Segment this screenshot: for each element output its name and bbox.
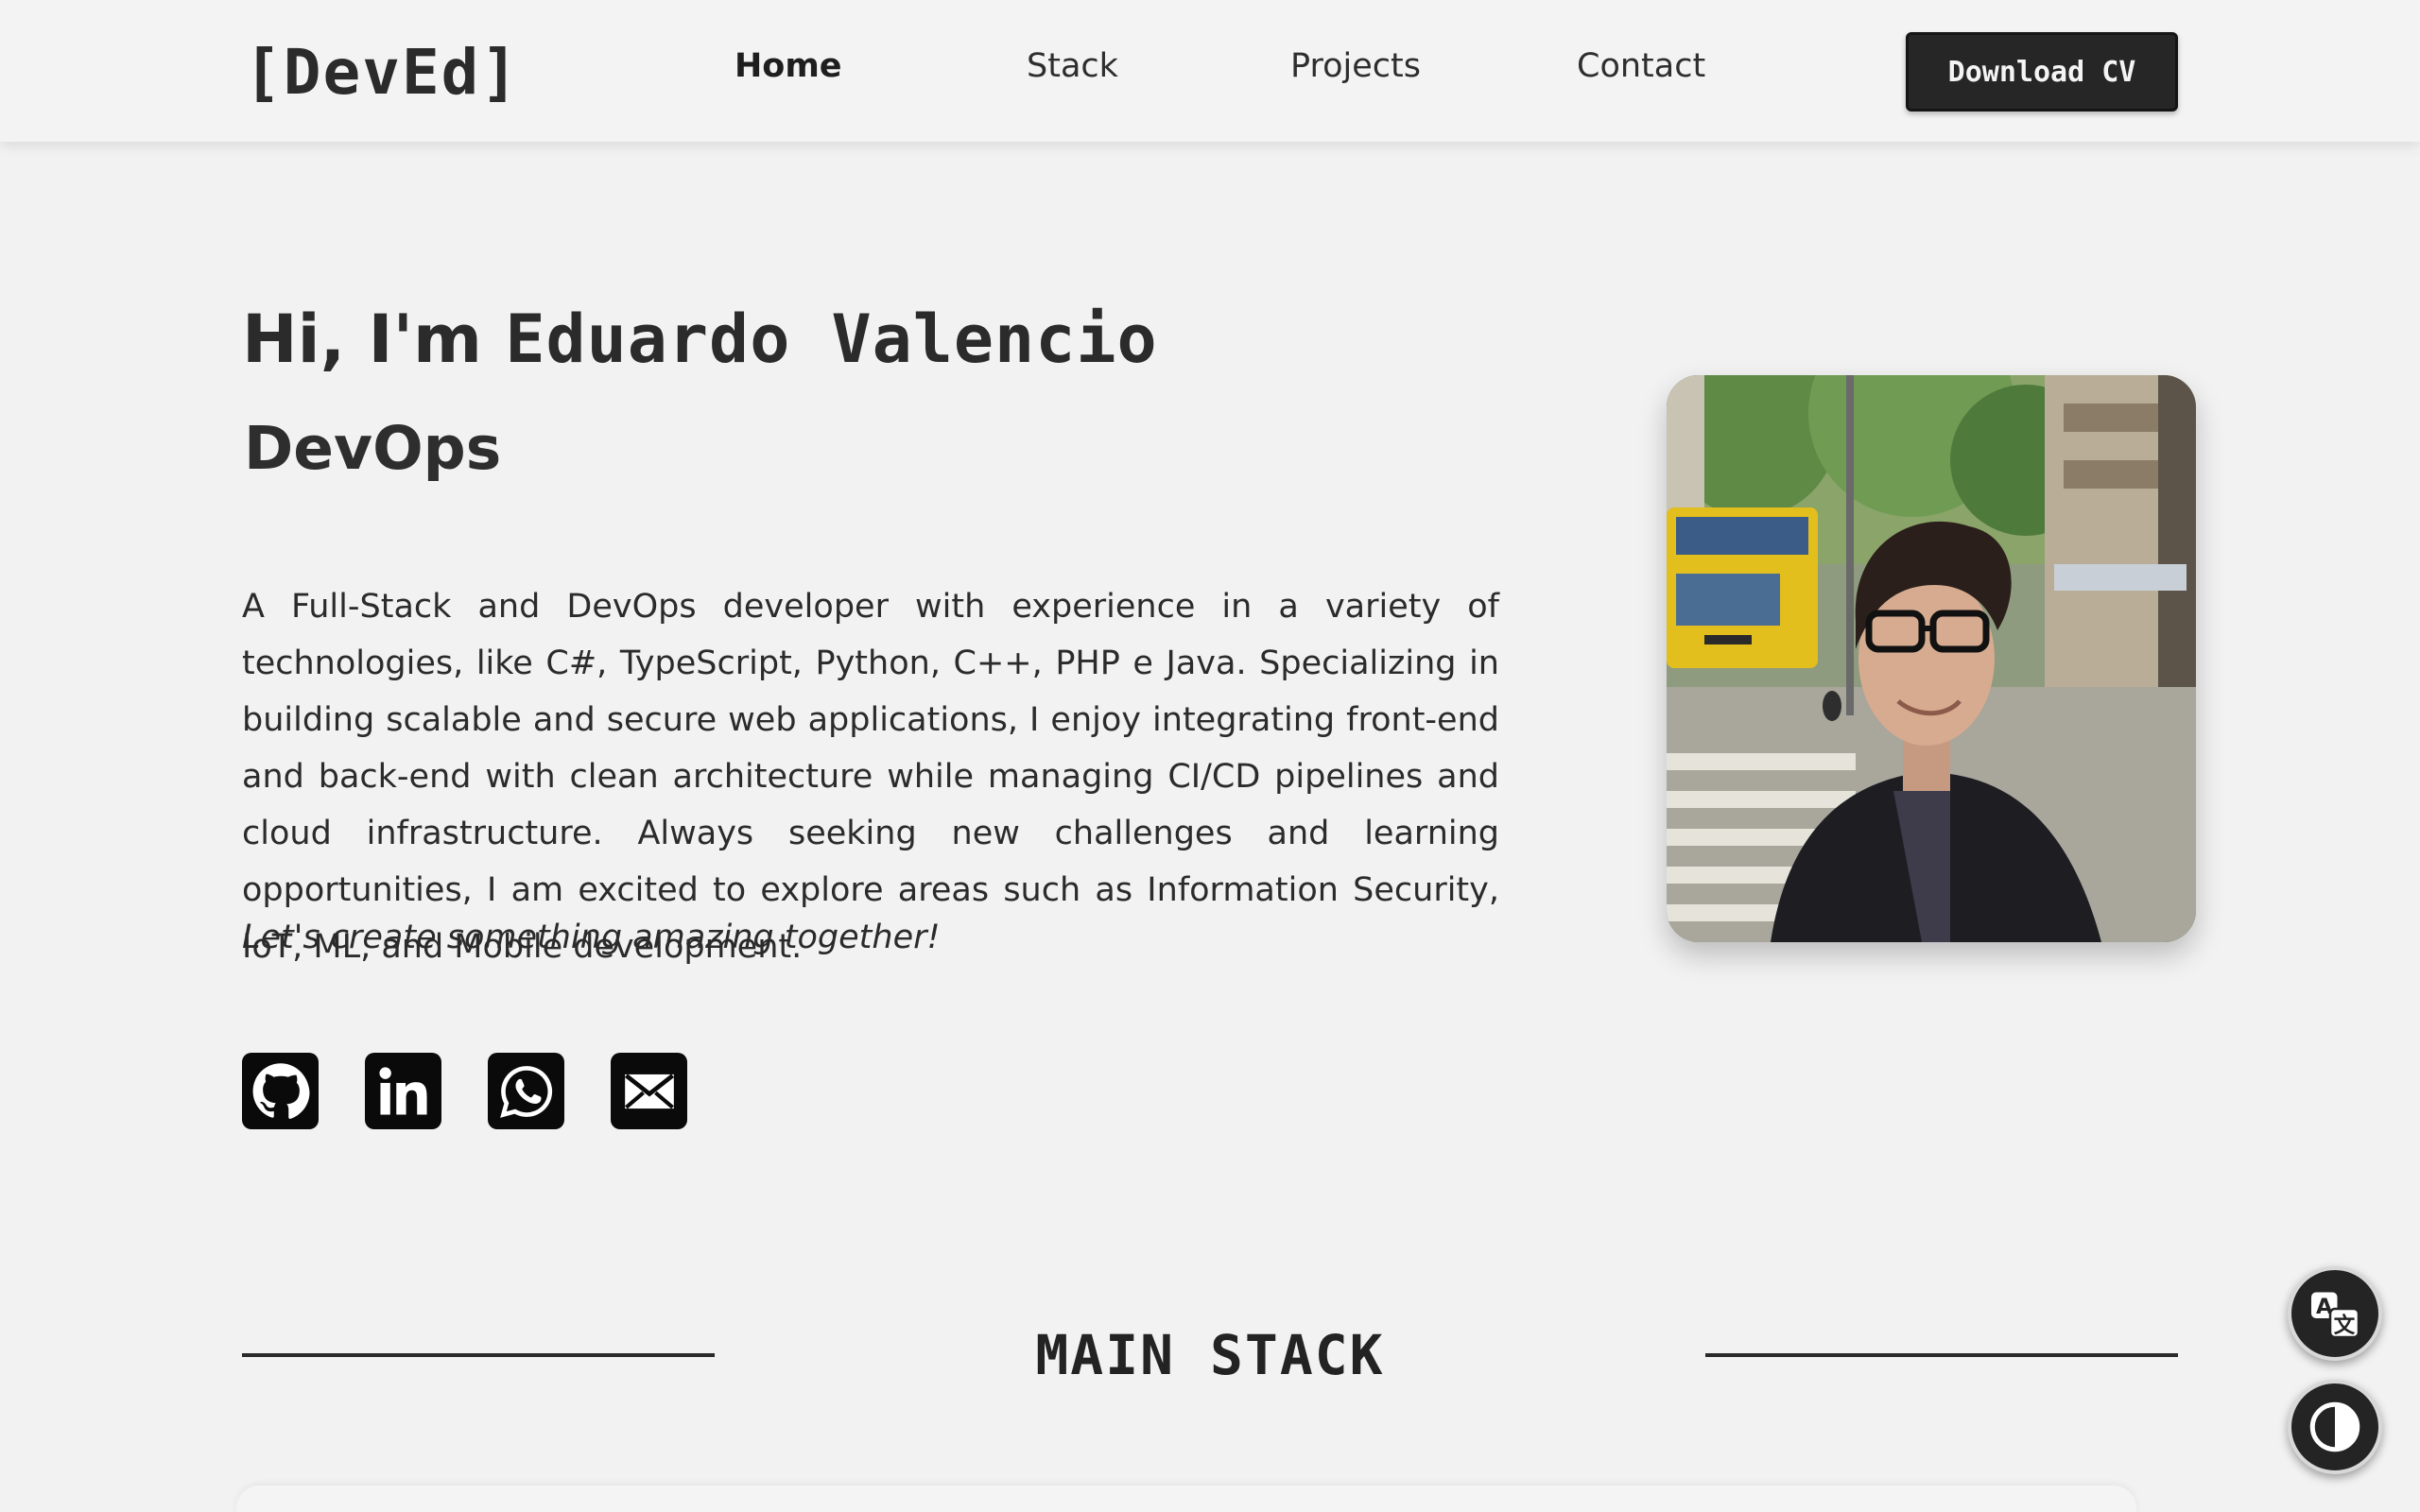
whatsapp-icon xyxy=(499,1065,552,1118)
svg-text:文: 文 xyxy=(2334,1313,2356,1338)
linkedin-icon xyxy=(378,1066,427,1115)
email-icon xyxy=(624,1073,674,1108)
hero-bio: A Full-Stack and DevOps developer with e… xyxy=(242,588,1499,966)
site-logo[interactable]: [DevEd] xyxy=(244,36,520,109)
github-link[interactable] xyxy=(242,1053,319,1129)
theme-toggle-button[interactable] xyxy=(2288,1380,2382,1474)
portfolio-page: [DevEd] Home Stack Projects Contact Down… xyxy=(0,0,2420,1512)
greeting-prefix: Hi, I'm xyxy=(242,301,506,378)
main-stack-card xyxy=(236,1486,2136,1512)
nav-home[interactable]: Home xyxy=(735,47,842,85)
theme-toggle-icon xyxy=(2309,1401,2360,1452)
section-divider-right xyxy=(1705,1353,2178,1357)
profile-photo xyxy=(1667,375,2196,942)
hero-greeting: Hi, I'm Eduardo Valencio xyxy=(242,301,1158,378)
hero-tagline: Let's create something amazing together! xyxy=(242,919,941,956)
top-navbar: [DevEd] Home Stack Projects Contact Down… xyxy=(0,0,2420,142)
linkedin-link[interactable] xyxy=(365,1053,441,1129)
nav-stack[interactable]: Stack xyxy=(1027,47,1118,85)
whatsapp-link[interactable] xyxy=(488,1053,564,1129)
social-links xyxy=(242,1053,687,1129)
profile-photo-image xyxy=(1667,375,2196,942)
nav-contact[interactable]: Contact xyxy=(1577,47,1705,85)
hero-name: Eduardo Valencio xyxy=(505,301,1158,378)
translate-icon: A 文 xyxy=(2311,1292,2360,1339)
github-icon xyxy=(252,1062,309,1119)
hero-role: DevOps xyxy=(244,414,502,483)
translate-button[interactable]: A 文 xyxy=(2288,1266,2382,1361)
email-link[interactable] xyxy=(611,1053,687,1129)
nav-projects[interactable]: Projects xyxy=(1290,47,1421,85)
download-cv-button[interactable]: Download CV xyxy=(1906,32,2178,112)
